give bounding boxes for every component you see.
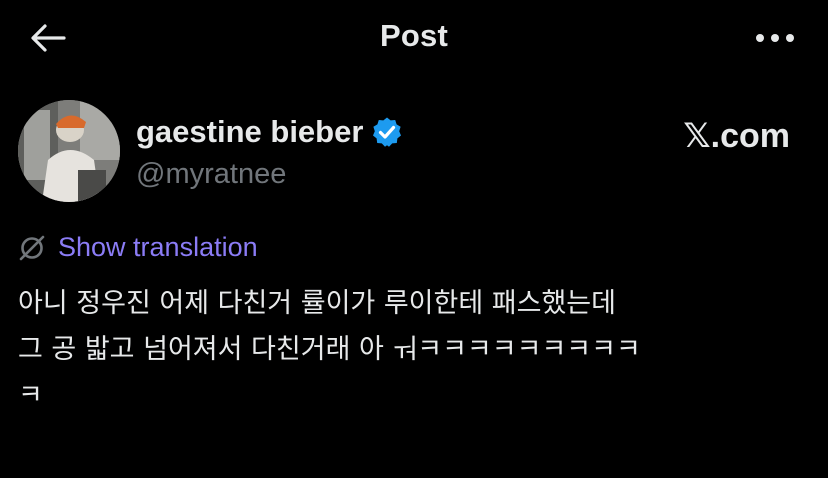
display-name[interactable]: gaestine bieber bbox=[136, 114, 363, 150]
post-author-row: gaestine bieber @myratnee 𝕏.com bbox=[18, 100, 810, 210]
avatar-photo bbox=[18, 100, 120, 202]
globe-slash-icon bbox=[19, 235, 45, 260]
more-horizontal-icon bbox=[756, 34, 794, 42]
post-text: 아니 정우진 어제 다친거 률이가 루이한테 패스했는데 그 공 밟고 넘어져서… bbox=[18, 288, 641, 411]
verified-badge-icon bbox=[371, 116, 403, 148]
more-options-button[interactable] bbox=[750, 18, 800, 58]
show-translation-link[interactable]: Show translation bbox=[18, 232, 258, 263]
top-bar: Post bbox=[0, 0, 828, 72]
show-translation-label[interactable]: Show translation bbox=[58, 232, 258, 263]
display-name-row: gaestine bieber bbox=[136, 114, 403, 150]
x-brand-watermark: 𝕏.com bbox=[683, 116, 790, 156]
user-handle[interactable]: @myratnee bbox=[136, 158, 286, 191]
avatar[interactable] bbox=[18, 100, 120, 202]
x-brand-text: 𝕏.com bbox=[683, 117, 790, 155]
page-title: Post bbox=[380, 18, 448, 53]
